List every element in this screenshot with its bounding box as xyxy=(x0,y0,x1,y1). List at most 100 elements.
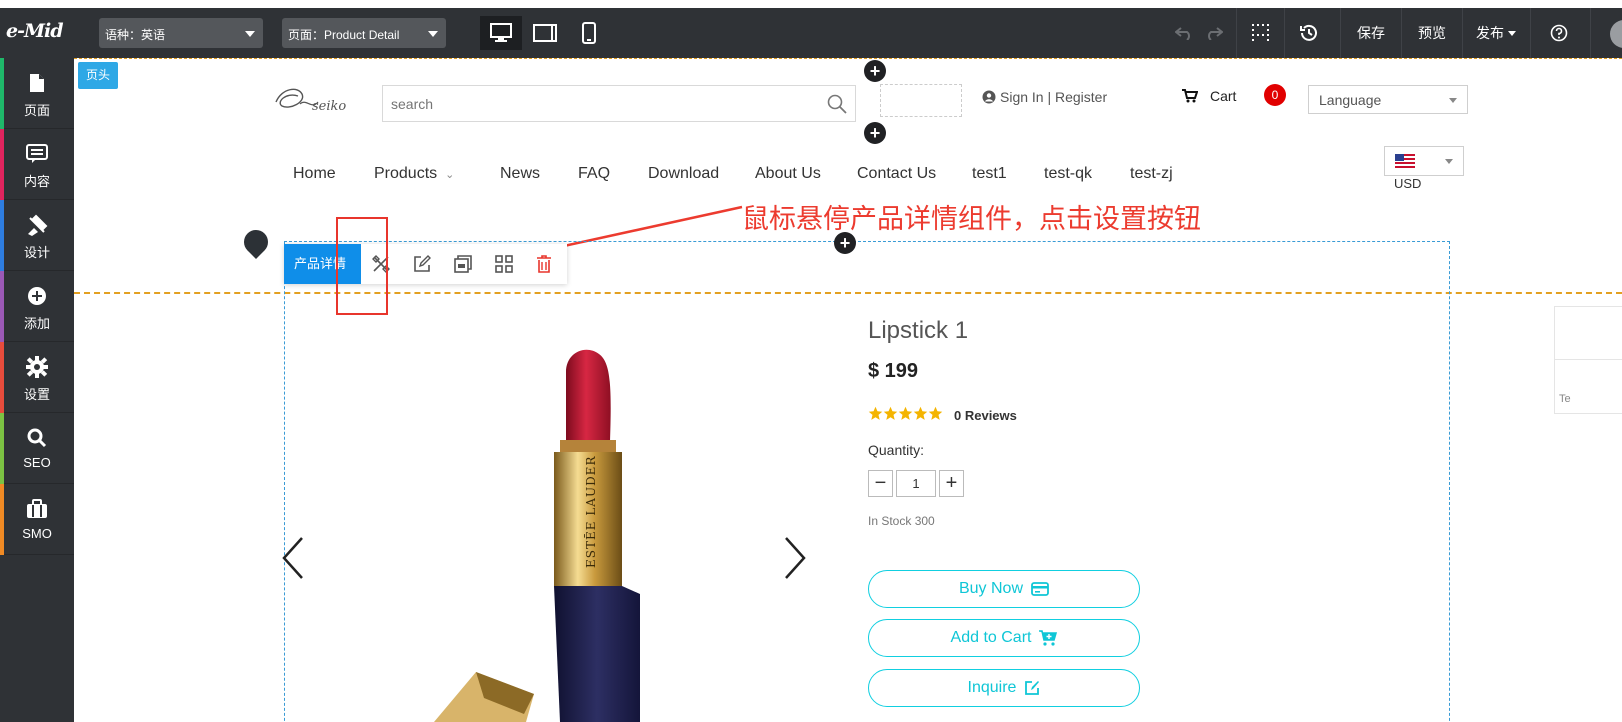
history-button[interactable] xyxy=(1294,16,1324,50)
increase-button[interactable]: + xyxy=(939,470,964,497)
toolbar-divider xyxy=(1590,8,1591,58)
chevron-down-icon xyxy=(428,31,438,37)
tablet-icon xyxy=(533,24,557,42)
nav-item-home[interactable]: Home xyxy=(293,165,336,183)
language-dropdown[interactable]: Language xyxy=(1308,85,1468,114)
nav-item-about-us[interactable]: About Us xyxy=(755,165,821,183)
accent-bar xyxy=(0,484,4,555)
mobile-view-button[interactable] xyxy=(568,16,610,50)
copy-icon[interactable] xyxy=(453,254,473,274)
add-to-cart-button[interactable]: Add to Cart xyxy=(868,619,1140,657)
site-logo[interactable]: seiko xyxy=(272,80,354,120)
undo-button[interactable] xyxy=(1172,16,1196,50)
dotted-grid-icon xyxy=(1252,24,1269,41)
nav-item-products[interactable]: Products ⌄ xyxy=(374,165,454,183)
page-builder-app: e-Mid 语种：英语 页面：Product Detail 保存 预览 发布 页… xyxy=(0,0,1622,722)
sidebar-item-page[interactable]: 页面 xyxy=(0,58,74,129)
user-circle-icon xyxy=(982,90,996,104)
tutorial-annotation: 鼠标悬停产品详情组件，点击设置按钮 xyxy=(742,204,1201,234)
empty-placeholder-box[interactable] xyxy=(880,84,962,117)
carousel-next-arrow[interactable] xyxy=(782,536,808,580)
cart-count-badge: 0 xyxy=(1264,84,1286,106)
us-flag-icon xyxy=(1395,154,1415,168)
grid-icon[interactable] xyxy=(494,254,514,274)
add-section-button[interactable]: + xyxy=(834,232,856,254)
carousel-prev-arrow[interactable] xyxy=(280,536,306,580)
nav-item-label: Products xyxy=(374,165,438,182)
help-icon xyxy=(1550,24,1568,42)
star-icon xyxy=(928,406,943,420)
publish-button[interactable]: 发布 xyxy=(1463,16,1529,50)
buy-now-label: Buy Now xyxy=(958,580,1024,597)
tablet-view-button[interactable] xyxy=(524,16,566,50)
add-icon xyxy=(25,285,49,307)
toolbar-divider xyxy=(1530,8,1531,58)
sidebar-item-design[interactable]: 设计 xyxy=(0,200,74,271)
inquire-button[interactable]: Inquire xyxy=(868,669,1140,707)
inquire-label: Inquire xyxy=(967,679,1017,696)
sidebar-item-seo[interactable]: SEO xyxy=(0,413,74,484)
grid-toggle-button[interactable] xyxy=(1246,16,1276,50)
left-sidebar: 页面 内容 设计 添加 设置 SEO SMO xyxy=(0,58,74,722)
currency-label: USD xyxy=(1394,176,1422,191)
gear-icon xyxy=(25,356,49,378)
edit-icon[interactable] xyxy=(412,254,432,274)
edit-square-icon xyxy=(1025,681,1040,695)
nav-item-faq[interactable]: FAQ xyxy=(578,165,610,183)
sidebar-item-label: SEO xyxy=(23,455,51,470)
buy-now-button[interactable]: Buy Now xyxy=(868,570,1140,608)
sidebar-item-add[interactable]: 添加 xyxy=(0,271,74,342)
app-logo: e-Mid xyxy=(6,20,64,42)
minus-icon: − xyxy=(874,472,887,494)
reviews-count[interactable]: 0 Reviews xyxy=(954,408,1017,423)
delete-icon[interactable] xyxy=(534,254,554,274)
search-icon xyxy=(25,427,49,449)
star-icon xyxy=(913,406,928,420)
sidebar-item-smo[interactable]: SMO xyxy=(0,484,74,555)
product-image[interactable]: ESTĒE LAUDER xyxy=(414,342,684,722)
sidebar-item-content[interactable]: 内容 xyxy=(0,129,74,200)
nav-item-contact-us[interactable]: Contact Us xyxy=(857,165,936,183)
caret-down-icon xyxy=(1445,159,1453,164)
nav-item-test1[interactable]: test1 xyxy=(972,165,1007,183)
nav-item-test-zj[interactable]: test-zj xyxy=(1130,165,1173,183)
cart-link[interactable]: Cart 0 xyxy=(1182,84,1286,106)
sidebar-item-settings[interactable]: 设置 xyxy=(0,342,74,413)
star-icon xyxy=(868,406,883,420)
redo-button[interactable] xyxy=(1202,16,1226,50)
highlight-box xyxy=(336,217,388,315)
help-button[interactable] xyxy=(1544,16,1574,50)
add-to-cart-label: Add to Cart xyxy=(950,629,1032,646)
preview-button[interactable]: 预览 xyxy=(1402,16,1462,50)
nav-item-news[interactable]: News xyxy=(500,165,540,183)
component-toolbar: 产品详情 xyxy=(284,244,567,284)
plus-icon: + xyxy=(869,123,881,143)
search-icon[interactable] xyxy=(827,94,847,114)
decrease-button[interactable]: − xyxy=(868,470,893,497)
sign-in-link[interactable]: Sign In | Register xyxy=(982,89,1107,105)
plus-icon: + xyxy=(839,233,851,253)
search-input[interactable] xyxy=(383,86,813,121)
header-zone-tag[interactable]: 页头 xyxy=(78,62,119,89)
currency-dropdown[interactable] xyxy=(1384,146,1464,176)
toolbar-divider xyxy=(1236,8,1237,58)
offscreen-panel-fragment: Te xyxy=(1554,306,1622,414)
plus-icon: + xyxy=(945,472,958,494)
top-toolbar: e-Mid 语种：英语 页面：Product Detail 保存 预览 发布 xyxy=(0,0,1622,58)
desktop-view-button[interactable] xyxy=(480,16,522,50)
add-section-button[interactable]: + xyxy=(864,60,886,82)
add-section-button[interactable]: + xyxy=(864,122,886,144)
page-select[interactable]: 页面：Product Detail xyxy=(282,18,446,48)
toolbar-divider xyxy=(1284,8,1285,58)
publish-label: 发布 xyxy=(1476,25,1504,41)
fragment-text: Te xyxy=(1559,393,1571,405)
desktop-icon xyxy=(490,23,512,42)
quantity-input[interactable]: 1 xyxy=(896,470,936,497)
nav-item-test-qk[interactable]: test-qk xyxy=(1044,165,1092,183)
nav-item-download[interactable]: Download xyxy=(648,165,719,183)
language-dropdown-value: Language xyxy=(1319,92,1382,108)
search-box xyxy=(382,85,856,122)
language-select[interactable]: 语种：英语 xyxy=(99,18,263,48)
save-button[interactable]: 保存 xyxy=(1341,16,1401,50)
user-avatar[interactable] xyxy=(1610,20,1622,48)
